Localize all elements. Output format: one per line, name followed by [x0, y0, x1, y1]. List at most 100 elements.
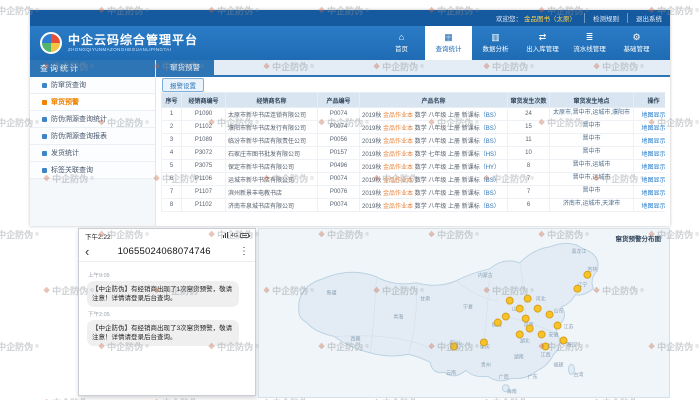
cell-product-no: P0496: [318, 160, 360, 173]
alert-marker[interactable]: [451, 343, 458, 350]
table-row: 5P3075保定市新华书店有限公司P04962019秋 金品作业本 数学 八年级…: [162, 160, 666, 173]
map-show-link[interactable]: 地图显示: [641, 165, 665, 171]
app-body: 查询统计 防窜货查询窜货预警防伪溯源查询统计防伪溯源查询报表发货统计标签关联查询…: [30, 60, 670, 226]
rules-link[interactable]: 检测规则: [584, 13, 619, 23]
sidebar-item[interactable]: 发货统计: [30, 145, 155, 162]
province-label: 黑龙江: [571, 248, 586, 255]
province-label: 广东: [528, 373, 538, 380]
province-label: 福建: [554, 361, 564, 368]
cell-product-name: 2019秋 金品作业本 数学 八年级 上册 新课标（BS）: [360, 173, 508, 186]
sidebar-item[interactable]: 防窜货查询: [30, 77, 155, 94]
cell-action: 地图显示: [634, 147, 666, 160]
alert-marker[interactable]: [574, 285, 581, 292]
cell-dealer-no: P1107: [182, 186, 226, 199]
cell-dealer-no: P1102: [182, 199, 226, 212]
cell-product-name: 2019秋 金品作业本 数学 八年级 上册 新课标（BS）: [360, 121, 508, 134]
alert-marker[interactable]: [516, 305, 523, 312]
map-show-link[interactable]: 地图显示: [641, 113, 665, 119]
map-show-link[interactable]: 地图显示: [641, 178, 665, 184]
home-icon: ⌂: [399, 33, 404, 42]
province-label: 云南: [446, 369, 456, 376]
cell-location: 晋中市: [550, 121, 634, 134]
table-row: 3P1089临汾市新华书店有限责任公司P00562019秋 金品作业本 数学 八…: [162, 134, 666, 147]
cell-action: 地图显示: [634, 160, 666, 173]
nav-item-pipeline[interactable]: ≣流水线管理: [566, 26, 613, 60]
sidebar-item-label: 防伪溯源查询报表: [51, 131, 107, 141]
column-header: 操作: [634, 93, 666, 108]
alert-marker[interactable]: [502, 313, 509, 320]
bullet-icon: [42, 168, 47, 173]
table-row: 7P1107滨州新景丰电教书店P00762019秋 金品作业本 数学 八年级 上…: [162, 186, 666, 199]
top-welcome-bar: 欢迎您：金品图书（太原） 检测规则 退出系统: [30, 10, 670, 26]
sidebar-item-label: 防伪溯源查询统计: [51, 114, 107, 124]
sidebar-item[interactable]: 窜货预警: [30, 94, 155, 111]
alarm-settings-button[interactable]: 报警设置: [162, 78, 204, 92]
watermark: ❖中企防伪®: [0, 228, 39, 241]
alert-marker[interactable]: [560, 337, 567, 344]
cell-no: 5: [162, 160, 182, 173]
base-mgmt-icon: ⚙: [632, 33, 640, 42]
alert-marker[interactable]: [522, 315, 529, 322]
cell-location: 晋中市: [550, 134, 634, 147]
cell-dealer-no: P1089: [182, 134, 226, 147]
alert-marker[interactable]: [542, 343, 549, 350]
alert-marker[interactable]: [554, 322, 561, 329]
alert-marker[interactable]: [534, 305, 541, 312]
sidebar-item[interactable]: 防伪溯源查询报表: [30, 128, 155, 145]
map-show-link[interactable]: 地图显示: [641, 191, 665, 197]
alert-marker[interactable]: [506, 297, 513, 304]
sidebar: 查询统计 防窜货查询窜货预警防伪溯源查询统计防伪溯源查询报表发货统计标签关联查询: [30, 60, 156, 226]
cell-dealer-no: P3075: [182, 160, 226, 173]
tab-strip: 窜货预警: [156, 60, 670, 77]
nav-item-home[interactable]: ⌂首页: [378, 26, 425, 60]
nav-item-query[interactable]: ▦查询统计: [425, 26, 472, 60]
sidebar-item-label: 发货统计: [51, 148, 79, 158]
alert-marker[interactable]: [494, 319, 501, 326]
cell-action: 地图显示: [634, 199, 666, 212]
nav-item-base[interactable]: ⚙基础管理: [613, 26, 660, 60]
sidebar-title: 查询统计: [30, 60, 155, 77]
sidebar-item[interactable]: 防伪溯源查询统计: [30, 111, 155, 128]
province-label: 湖北: [520, 337, 530, 344]
nav-item-analysis[interactable]: ▥数据分析: [472, 26, 519, 60]
sidebar-item[interactable]: 标签关联查询: [30, 162, 155, 179]
alert-distribution-map: 窜货预警分布图 新疆西藏青海甘肃内蒙古宁夏陕西山西河北山东河南江苏安徽湖北重庆四…: [258, 228, 670, 398]
sidebar-item-label: 窜货预警: [51, 97, 79, 107]
cell-dealer-name: 保定市新华书店有限公司: [226, 160, 318, 173]
logout-link[interactable]: 退出系统: [627, 13, 662, 23]
username: 金品图书（太原）: [524, 16, 576, 23]
cell-no: 6: [162, 173, 182, 186]
brand-block: 中企云码综合管理平台 ZHONGQIYUNMAZONGHEGUANLIPINGT…: [68, 34, 198, 52]
table-row: 6P1106运城市新华书店有限公司P00742019秋 金品作业本 数学 八年级…: [162, 173, 666, 186]
province-label: 宁夏: [463, 304, 473, 311]
alert-marker[interactable]: [538, 331, 545, 338]
phone-sms-screenshot: 下午2:22 4G ‹ 10655024068074746 ⋮ 上午9:05【中…: [78, 228, 256, 396]
map-show-link[interactable]: 地图显示: [641, 139, 665, 145]
alert-marker[interactable]: [524, 295, 531, 302]
alert-marker[interactable]: [526, 325, 533, 332]
province-label: 内蒙古: [478, 272, 493, 279]
tab-channel-alert[interactable]: 窜货预警: [156, 60, 214, 75]
pipeline-icon: ≣: [586, 33, 594, 42]
sidebar-item-label: 防窜货查询: [51, 80, 86, 90]
back-icon[interactable]: ‹: [85, 245, 89, 258]
map-show-link[interactable]: 地图显示: [641, 204, 665, 210]
alert-marker[interactable]: [516, 331, 523, 338]
map-show-link[interactable]: 地图显示: [641, 152, 665, 158]
column-header: 窜货发生次数: [508, 93, 550, 108]
welcome-text: 欢迎您：金品图书（太原）: [496, 13, 576, 23]
cell-location: 晋中市: [550, 186, 634, 199]
province-label: 广西: [499, 373, 509, 380]
sms-sender-number: 10655024068074746: [93, 246, 235, 257]
alert-marker[interactable]: [584, 271, 591, 278]
nav-item-warehouse[interactable]: ⇄出入库管理: [519, 26, 566, 60]
table-row: 8P1102济南市泉城书店有限公司P00742019秋 金品作业本 数学 八年级…: [162, 199, 666, 212]
cell-location: 晋中市,运城市: [550, 173, 634, 186]
map-show-link[interactable]: 地图显示: [641, 126, 665, 132]
alert-marker[interactable]: [480, 339, 487, 346]
battery-icon: [240, 233, 249, 238]
more-menu-icon[interactable]: ⋮: [239, 246, 249, 257]
alert-marker[interactable]: [546, 311, 553, 318]
column-header: 窜货发生地点: [550, 93, 634, 108]
province-label: 西藏: [351, 335, 361, 342]
